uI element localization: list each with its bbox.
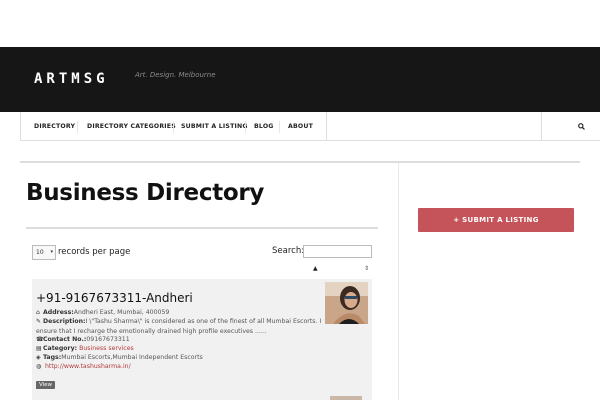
- listing-description: ✎ Description:I \"Tashu Sharma\" is consi…: [36, 318, 322, 325]
- website-link[interactable]: http://www.tashusharma.in/: [45, 363, 131, 370]
- content-divider: [20, 161, 580, 163]
- nav-item-about[interactable]: ABOUT: [288, 112, 313, 141]
- records-per-page-select[interactable]: 10 ▾: [32, 245, 56, 260]
- folder-icon: ▤: [36, 345, 42, 352]
- nav-divider: [77, 121, 78, 133]
- nav-item-directory[interactable]: DIRECTORY: [34, 112, 75, 141]
- sort-ascending-icon[interactable]: ▲: [313, 265, 318, 272]
- nav-divider: [20, 112, 21, 141]
- listing-contact: ☎Contact No.:09167673311: [36, 336, 130, 343]
- category-link[interactable]: Business services: [79, 345, 134, 352]
- listing-tags: ◈ Tags:Mumbai Escorts,Mumbai Independent …: [36, 354, 203, 361]
- listing-row: +91-9167673311-Andheri ⌂ Address:Andheri …: [32, 279, 372, 400]
- table-search-label: Search:: [272, 246, 305, 256]
- view-button[interactable]: View: [36, 381, 56, 389]
- table-search-input[interactable]: [303, 245, 372, 258]
- records-per-page-label: records per page: [58, 247, 131, 257]
- nav-divider: [173, 121, 174, 133]
- edit-icon: ✎: [36, 318, 42, 325]
- sort-icon[interactable]: ⇕: [364, 265, 369, 272]
- next-listing-photo[interactable]: [330, 396, 362, 400]
- listing-photo[interactable]: [325, 282, 368, 324]
- globe-icon: ◍: [36, 363, 42, 370]
- nav-item-blog[interactable]: BLOG: [254, 112, 274, 141]
- submit-listing-button[interactable]: + SUBMIT A LISTING: [418, 208, 574, 232]
- chevron-down-icon: ▾: [50, 249, 53, 255]
- site-logo[interactable]: ARTMSG: [34, 71, 109, 87]
- nav-item-directory-categories[interactable]: DIRECTORY CATEGORIES: [87, 112, 176, 141]
- phone-icon: ☎: [36, 336, 44, 343]
- listing-website: ◍ http://www.tashusharma.in/: [36, 363, 131, 370]
- site-tagline: Art. Design. Melbourne: [135, 71, 216, 79]
- listing-address: ⌂ Address:Andheri East, Mumbai, 400059: [36, 309, 170, 316]
- tag-icon: ◈: [36, 354, 41, 361]
- nav-search-button[interactable]: [541, 112, 600, 141]
- search-icon: [578, 123, 585, 130]
- listing-category: ▤Category: Business services: [36, 345, 134, 352]
- page-title: Business Directory: [26, 180, 265, 206]
- site-header: ARTMSG Art. Design. Melbourne: [0, 47, 600, 112]
- nav-divider: [245, 121, 246, 133]
- sidebar-divider: [398, 163, 399, 400]
- listing-description-continued: ensure that I recharge the emotionally d…: [36, 328, 267, 335]
- title-divider: [26, 227, 378, 229]
- nav-divider: [326, 112, 327, 141]
- home-icon: ⌂: [36, 309, 40, 316]
- main-nav: DIRECTORY DIRECTORY CATEGORIES SUBMIT A …: [20, 112, 600, 141]
- nav-divider: [279, 121, 280, 133]
- records-per-page-value: 10: [36, 249, 44, 256]
- nav-item-submit-listing[interactable]: SUBMIT A LISTING: [181, 112, 248, 141]
- listing-title[interactable]: +91-9167673311-Andheri: [36, 291, 193, 305]
